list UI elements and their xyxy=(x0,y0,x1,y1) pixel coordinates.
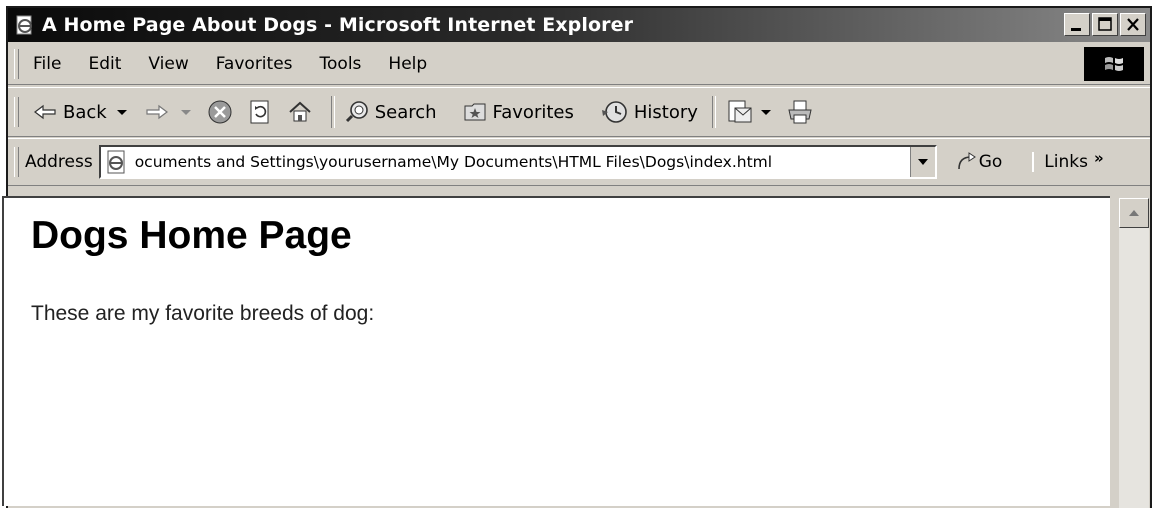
refresh-icon xyxy=(250,100,269,124)
chevron-down-icon xyxy=(116,110,127,115)
menu-help[interactable]: Help xyxy=(388,54,427,74)
page-paragraph: These are my favorite breeds of dog: xyxy=(31,302,375,325)
favorites-label: Favorites xyxy=(492,101,574,123)
menu-view[interactable]: View xyxy=(148,54,188,74)
back-button[interactable]: Back xyxy=(33,102,133,123)
search-icon xyxy=(345,101,368,123)
stop-button[interactable] xyxy=(207,99,237,125)
toolbar-separator xyxy=(330,96,335,128)
address-dropdown-button[interactable] xyxy=(909,147,935,177)
menu-bar: File Edit View Favorites Tools Help xyxy=(8,44,1150,85)
links-label: Links xyxy=(1044,152,1088,172)
address-label: Address xyxy=(25,152,93,172)
menu-tools[interactable]: Tools xyxy=(320,54,362,74)
address-field[interactable]: ocuments and Settings\yourusername\My Do… xyxy=(98,145,937,179)
chevron-down-icon xyxy=(917,159,928,165)
toolbar-separator xyxy=(711,96,716,128)
page-heading: Dogs Home Page xyxy=(31,214,352,257)
favorites-button[interactable]: Favorites xyxy=(463,101,574,123)
menu-favorites[interactable]: Favorites xyxy=(216,54,293,74)
mail-button[interactable] xyxy=(726,98,776,126)
menu-file[interactable]: File xyxy=(33,54,61,74)
minimize-button[interactable] xyxy=(1064,13,1090,36)
back-arrow-icon xyxy=(34,104,56,120)
search-button[interactable]: Search xyxy=(345,100,437,124)
address-url: ocuments and Settings\yourusername\My Do… xyxy=(134,153,773,171)
scroll-up-button[interactable] xyxy=(1119,198,1149,228)
refresh-button[interactable] xyxy=(247,99,277,125)
mail-icon xyxy=(728,100,752,123)
address-grip xyxy=(14,147,19,177)
ie-page-icon xyxy=(107,150,125,174)
scroll-up-icon xyxy=(1129,210,1139,216)
search-label: Search xyxy=(374,101,437,123)
page-content: Dogs Home Page These are my favorite bre… xyxy=(2,196,1110,506)
maximize-button[interactable] xyxy=(1092,13,1118,36)
title-bar: A Home Page About Dogs - Microsoft Inter… xyxy=(8,8,1150,42)
chevron-down-icon xyxy=(760,110,771,115)
go-arrow-icon xyxy=(957,152,976,170)
links-button[interactable]: Links » xyxy=(1032,149,1104,172)
history-label: History xyxy=(633,101,698,123)
vertical-scrollbar[interactable] xyxy=(1119,198,1149,508)
stop-icon xyxy=(208,100,232,124)
favorites-icon xyxy=(464,103,486,121)
minimize-icon xyxy=(1071,28,1081,31)
close-icon xyxy=(1127,18,1139,31)
history-icon xyxy=(601,101,627,123)
print-button[interactable] xyxy=(786,99,818,125)
address-bar: Address ocuments and Settings\youruserna… xyxy=(8,138,1150,186)
chevron-down-icon xyxy=(180,110,191,115)
back-label: Back xyxy=(63,101,107,123)
standard-toolbar: Back Search Favorites History xyxy=(8,87,1150,137)
home-icon xyxy=(289,101,311,122)
links-chevron: » xyxy=(1093,149,1104,167)
forward-button[interactable] xyxy=(143,102,197,122)
menu-grip xyxy=(14,49,19,79)
window-title: A Home Page About Dogs - Microsoft Inter… xyxy=(42,14,634,36)
forward-arrow-icon xyxy=(146,104,168,120)
history-button[interactable]: History xyxy=(600,100,698,124)
ie-page-icon xyxy=(16,15,32,35)
go-label: Go xyxy=(978,152,1003,172)
maximize-icon xyxy=(1098,17,1112,31)
windows-logo-icon xyxy=(1105,57,1123,71)
home-button[interactable] xyxy=(287,99,317,125)
menu-edit[interactable]: Edit xyxy=(88,54,121,74)
print-icon xyxy=(788,100,812,124)
close-button[interactable] xyxy=(1120,13,1146,36)
toolbar-grip xyxy=(14,97,19,127)
windows-logo xyxy=(1084,47,1144,81)
go-button[interactable]: Go xyxy=(955,151,1003,173)
